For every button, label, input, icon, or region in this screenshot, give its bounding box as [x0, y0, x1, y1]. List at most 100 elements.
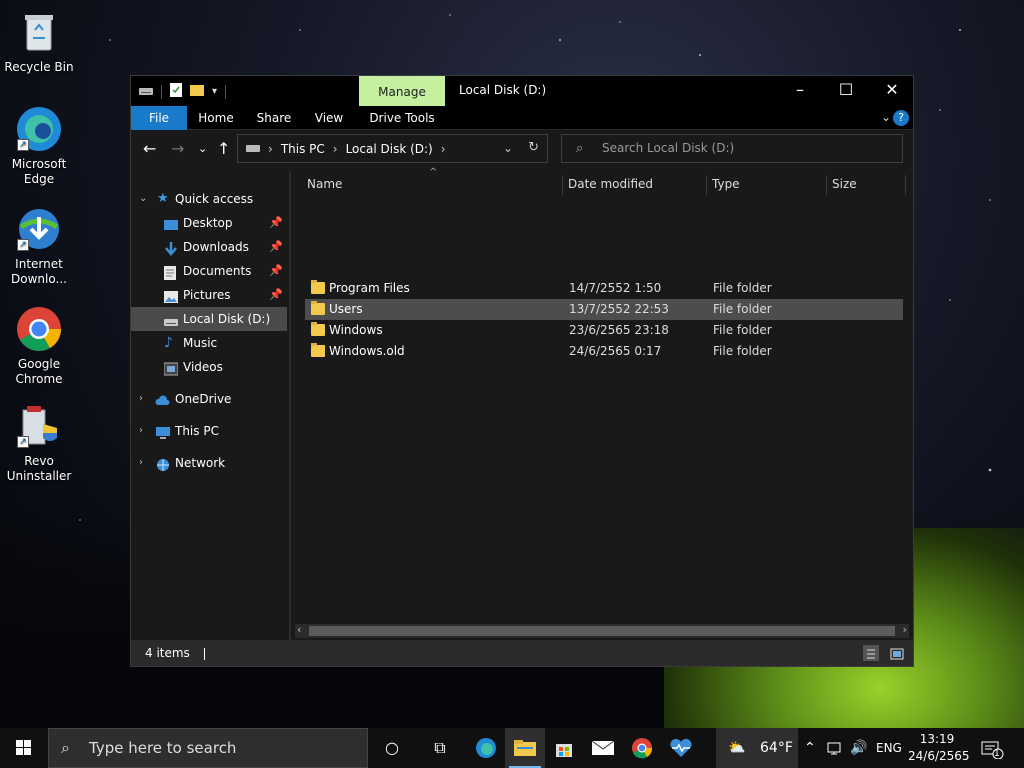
- column-header-name[interactable]: Name: [307, 171, 557, 197]
- forward-button[interactable]: →: [171, 139, 184, 159]
- desktop-icon-chrome[interactable]: Google Chrome: [0, 305, 78, 387]
- action-center-button[interactable]: 1: [980, 728, 1004, 768]
- weather-widget[interactable]: ⛅ 64°F: [716, 728, 798, 768]
- table-row[interactable]: Windows.old 24/6/2565 0:17 File folder: [305, 341, 903, 362]
- taskbar-chrome[interactable]: [622, 728, 662, 768]
- scrollbar-thumb[interactable]: [309, 626, 895, 636]
- column-divider[interactable]: [826, 175, 827, 195]
- task-view-button[interactable]: ⧉: [420, 728, 460, 768]
- sidebar-item-local-disk[interactable]: Local Disk (D:): [131, 307, 287, 331]
- taskbar-health-app[interactable]: [661, 728, 701, 768]
- expand-ribbon-icon[interactable]: ⌄: [881, 110, 891, 124]
- desktop-icon-revo[interactable]: ↗ Revo Uninstaller: [0, 402, 78, 484]
- customize-toolbar-icon[interactable]: ▾: [212, 86, 217, 97]
- toolbar-divider: [225, 84, 227, 99]
- new-folder-icon[interactable]: [190, 83, 204, 100]
- column-divider[interactable]: [905, 175, 906, 195]
- network-tray-icon[interactable]: [826, 728, 844, 768]
- download-arrow-icon: [164, 240, 178, 256]
- drive-icon: [164, 312, 178, 326]
- large-icons-view-icon[interactable]: [889, 645, 905, 661]
- chevron-right-icon[interactable]: ›: [268, 142, 273, 156]
- chevron-right-icon[interactable]: ›: [333, 142, 338, 156]
- sidebar-item-music[interactable]: ♪ Music: [131, 331, 287, 355]
- minimize-button[interactable]: –: [777, 76, 823, 106]
- desktop-icon-recycle-bin[interactable]: Recycle Bin: [0, 8, 78, 75]
- file-name: Windows: [329, 323, 383, 337]
- address-bar[interactable]: › This PC › Local Disk (D:) › ⌄ ↻: [237, 134, 548, 163]
- taskbar-search-input[interactable]: ⌕ Type here to search: [48, 728, 368, 768]
- scroll-left-icon[interactable]: ‹: [297, 623, 301, 636]
- details-view-icon[interactable]: [863, 645, 879, 661]
- column-header-size[interactable]: Size: [832, 171, 902, 197]
- search-input[interactable]: ⌕ Search Local Disk (D:): [561, 134, 903, 163]
- taskbar-mail[interactable]: [583, 728, 623, 768]
- recent-locations-icon[interactable]: ⌄: [198, 139, 207, 159]
- desktop-icon-label: Recycle Bin: [4, 60, 74, 74]
- language-indicator[interactable]: ENG: [876, 728, 902, 768]
- chevron-right-icon[interactable]: ›: [139, 419, 143, 443]
- file-type: File folder: [713, 302, 772, 316]
- taskbar-file-explorer[interactable]: [505, 728, 545, 768]
- file-date: 24/6/2565 0:17: [569, 344, 662, 358]
- search-icon: ⌕: [576, 141, 584, 156]
- table-row[interactable]: Program Files 14/7/2552 1:50 File folder: [305, 278, 903, 299]
- close-button[interactable]: ✕: [869, 76, 915, 106]
- scroll-right-icon[interactable]: ›: [903, 623, 907, 636]
- sidebar-item-label: Local Disk (D:): [183, 312, 271, 326]
- show-hidden-icons-chevron-up-icon[interactable]: ⌃: [804, 728, 816, 768]
- star-icon: ★: [157, 191, 169, 206]
- sidebar-item-pictures[interactable]: Pictures 📌: [131, 283, 287, 307]
- music-note-icon: ♪: [164, 335, 173, 351]
- up-button[interactable]: ↑: [217, 139, 230, 159]
- breadcrumb-local-disk[interactable]: Local Disk (D:): [346, 142, 433, 156]
- properties-icon[interactable]: [170, 83, 182, 100]
- table-row[interactable]: Windows 23/6/2565 23:18 File folder: [305, 320, 903, 341]
- cortana-button[interactable]: ○: [372, 728, 412, 768]
- sidebar-item-network[interactable]: › Network: [131, 451, 287, 475]
- desktop-icon-edge[interactable]: ↗ Microsoft Edge: [0, 105, 78, 187]
- desktop-icon-idm[interactable]: ↗ Internet Downlo...: [0, 205, 78, 287]
- volume-icon[interactable]: 🔊: [850, 728, 867, 768]
- folder-icon: [311, 301, 325, 315]
- tab-manage[interactable]: Manage: [359, 76, 445, 106]
- taskbar-edge[interactable]: [466, 728, 506, 768]
- maximize-button[interactable]: ☐: [823, 76, 869, 106]
- sidebar-item-documents[interactable]: Documents 📌: [131, 259, 287, 283]
- chevron-down-icon[interactable]: ⌄: [139, 187, 147, 211]
- taskbar-microsoft-store[interactable]: [544, 728, 584, 768]
- sidebar-item-label: OneDrive: [175, 392, 232, 406]
- sidebar-item-label: Videos: [183, 360, 223, 374]
- horizontal-scrollbar[interactable]: ‹ ›: [295, 623, 909, 638]
- sidebar-item-this-pc[interactable]: › This PC: [131, 419, 287, 443]
- chevron-right-icon[interactable]: ›: [139, 387, 143, 411]
- start-button[interactable]: [0, 728, 48, 768]
- sidebar-item-quick-access[interactable]: ⌄ ★ Quick access: [131, 187, 287, 211]
- tab-view[interactable]: View: [309, 106, 349, 130]
- tab-drive-tools[interactable]: Drive Tools: [367, 106, 437, 130]
- column-divider[interactable]: [562, 175, 563, 195]
- ribbon-tabs: File Home Share View Drive Tools ⌄ ?: [131, 106, 913, 130]
- clock[interactable]: 13:19 24/6/2565: [908, 731, 970, 765]
- chevron-right-icon[interactable]: ›: [441, 142, 446, 156]
- chevron-down-icon[interactable]: ⌄: [503, 141, 513, 155]
- tab-home[interactable]: Home: [193, 106, 239, 130]
- sidebar-item-onedrive[interactable]: › OneDrive: [131, 387, 287, 411]
- column-header-type[interactable]: Type: [712, 171, 822, 197]
- sidebar-item-desktop[interactable]: Desktop 📌: [131, 211, 287, 235]
- breadcrumb-this-pc[interactable]: This PC: [281, 142, 325, 156]
- desktop-folder-icon: [164, 216, 178, 230]
- refresh-icon[interactable]: ↻: [528, 140, 539, 155]
- sidebar-item-label: Documents: [183, 264, 252, 278]
- back-button[interactable]: ←: [143, 139, 156, 159]
- sidebar-item-downloads[interactable]: Downloads 📌: [131, 235, 287, 259]
- help-icon[interactable]: ?: [893, 110, 909, 126]
- sidebar-item-videos[interactable]: Videos: [131, 355, 287, 379]
- chevron-right-icon[interactable]: ›: [139, 451, 143, 475]
- tab-share[interactable]: Share: [251, 106, 297, 130]
- tab-file[interactable]: File: [131, 106, 187, 130]
- column-divider[interactable]: [706, 175, 707, 195]
- table-row[interactable]: Users 13/7/2552 22:53 File folder: [305, 299, 903, 320]
- clock-date: 24/6/2565: [908, 749, 970, 763]
- column-header-date[interactable]: Date modified: [568, 171, 706, 197]
